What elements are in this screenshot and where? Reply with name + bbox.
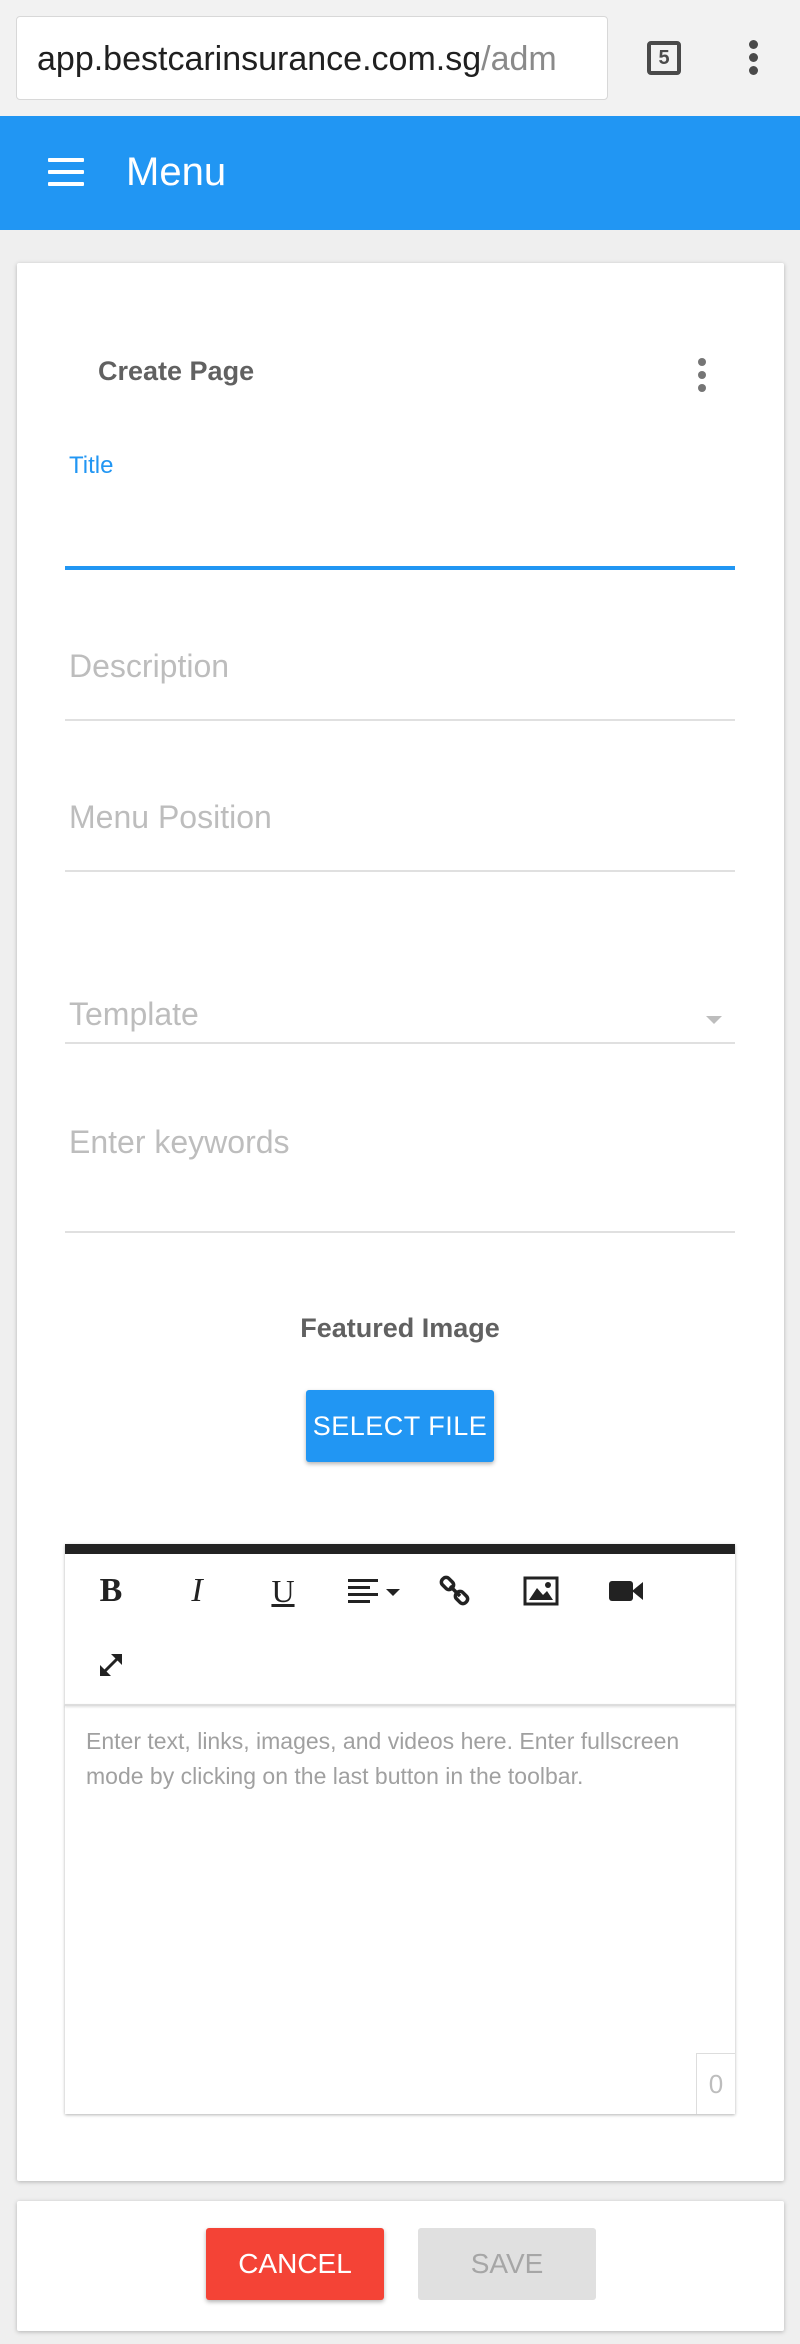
menu-position-input[interactable]: Menu Position [69,799,272,836]
align-left-icon [348,1579,400,1603]
dropdown-arrow-icon[interactable] [706,1016,722,1024]
expand-icon [100,1654,122,1676]
editor-top-border [65,1544,735,1554]
fullscreen-button[interactable] [86,1640,136,1690]
bold-icon: B [99,1572,123,1609]
url-path: /adm [481,40,557,78]
align-dropdown-button[interactable] [343,1566,409,1616]
url-bar[interactable]: app.bestcarinsurance.com.sg/adm [16,16,608,100]
keywords-input[interactable]: Enter keywords [69,1124,290,1161]
description-underline [65,719,735,721]
character-counter: 0 [696,2053,735,2114]
browser-toolbar: app.bestcarinsurance.com.sg/adm 5 [0,0,800,116]
title-field-label: Title [69,452,114,479]
insert-image-button[interactable] [516,1566,566,1616]
italic-button[interactable]: I [172,1566,222,1616]
rich-text-editor: B I U Enter text, links, images, and vid… [65,1544,735,2114]
video-camera-icon [609,1581,643,1601]
editor-content-area[interactable]: Enter text, links, images, and videos he… [86,1724,716,1794]
title-input[interactable] [65,490,735,566]
featured-image-label: Featured Image [300,1313,500,1343]
underline-button[interactable]: U [258,1566,308,1616]
italic-icon: I [191,1572,203,1609]
form-actions-card [17,2201,784,2331]
card-more-options-icon[interactable] [698,358,708,397]
bold-button[interactable]: B [86,1566,136,1616]
app-bar [0,116,800,230]
save-button[interactable]: SAVE [418,2228,596,2300]
underline-icon: U [271,1572,295,1609]
description-input[interactable]: Description [69,648,229,685]
card-title: Create Page [98,356,255,386]
title-input-underline [65,566,735,570]
url-host: app.bestcarinsurance.com.sg [37,40,482,78]
browser-menu-icon[interactable] [749,40,759,79]
editor-toolbar-divider [65,1704,735,1706]
cancel-button[interactable]: CANCEL [206,2228,384,2300]
select-file-button[interactable]: SELECT FILE [306,1390,494,1462]
image-icon [523,1576,559,1606]
insert-video-button[interactable] [601,1566,651,1616]
link-icon [439,1575,470,1606]
insert-link-button[interactable] [430,1566,480,1616]
menu-position-underline [65,870,735,872]
keywords-underline [65,1231,735,1233]
tab-switcher-button[interactable]: 5 [647,41,681,75]
template-select[interactable]: Template [69,996,199,1033]
template-underline [65,1042,735,1044]
app-bar-title: Menu [126,150,227,194]
hamburger-menu-icon[interactable] [48,158,84,186]
